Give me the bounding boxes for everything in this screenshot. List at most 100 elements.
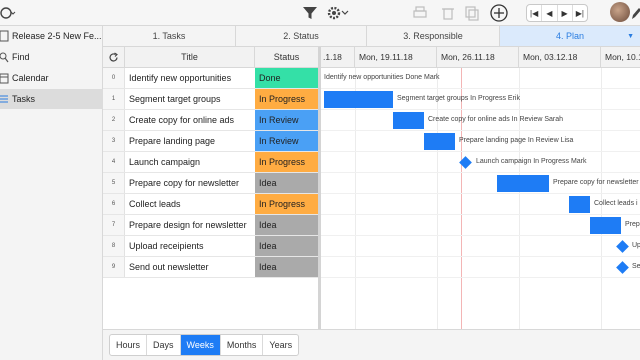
date-navigation: |◀ ◀ ▶ ▶| [526, 4, 588, 22]
chevron-down-icon[interactable]: ▼ [627, 33, 634, 40]
task-title[interactable]: Collect leads [125, 194, 255, 214]
gear-icon[interactable] [326, 4, 350, 22]
gantt-bar[interactable] [569, 196, 590, 213]
status-badge[interactable]: Idea [255, 215, 318, 235]
table-row[interactable]: 7 Prepare design for newsletter Idea [103, 215, 318, 236]
table-row[interactable]: 2 Create copy for online ads In Review [103, 110, 318, 131]
tab-status[interactable]: 2. Status [236, 26, 367, 46]
search-icon [0, 52, 9, 63]
zoom-hours[interactable]: Hours [110, 335, 148, 355]
sidebar-item-label: Tasks [12, 94, 36, 104]
zoom-selector: Hours Days Weeks Months Years [109, 334, 300, 356]
avatar[interactable] [610, 2, 630, 22]
table-row[interactable]: 5 Prepare copy for newsletter Idea [103, 173, 318, 194]
gantt-bar-label: Segment target groups In Progress Erik [397, 95, 520, 102]
tab-responsible[interactable]: 3. Responsible [367, 26, 500, 46]
row-number: 6 [103, 194, 125, 214]
task-title[interactable]: Upload receipients [125, 236, 255, 256]
gantt-timeline-header: .1.18 Mon, 19.11.18 Mon, 26.11.18 Mon, 0… [321, 47, 640, 68]
grid-header: Title Status [103, 47, 318, 68]
copy-icon[interactable] [464, 5, 480, 21]
sidebar: Release 2-5 New Fe... Find Calendar Task… [0, 26, 103, 360]
zoom-days[interactable]: Days [147, 335, 181, 355]
tab-plan[interactable]: 4. Plan ▼ [500, 26, 640, 46]
plus-circle-icon[interactable] [489, 3, 509, 23]
zoom-months[interactable]: Months [221, 335, 264, 355]
row-number: 9 [103, 257, 125, 277]
timeline-date: Mon, 19.11.18 [355, 47, 437, 67]
refresh-button[interactable] [103, 47, 125, 67]
print-icon[interactable] [412, 5, 428, 21]
row-number: 3 [103, 131, 125, 151]
milestone-diamond[interactable] [616, 240, 629, 253]
status-badge[interactable]: In Review [255, 131, 318, 151]
gantt-bar-label: Prepare landing page In Review Lisa [459, 137, 574, 144]
task-title[interactable]: Create copy for online ads [125, 110, 255, 130]
timeline-date: .1.18 [321, 47, 355, 67]
table-row[interactable]: 3 Prepare landing page In Review [103, 131, 318, 152]
gantt-bar-label: Launch campaign In Progress Mark [476, 158, 587, 165]
gantt-bar-label: Collect leads i [594, 200, 638, 207]
timeline-date: Mon, 03.12.18 [519, 47, 601, 67]
sidebar-item-calendar[interactable]: Calendar [0, 68, 103, 88]
gantt-bar[interactable] [324, 91, 393, 108]
table-row[interactable]: 9 Send out newsletter Idea [103, 257, 318, 278]
sidebar-item-label: Release 2-5 New Fe... [12, 31, 102, 41]
status-badge[interactable]: Idea [255, 173, 318, 193]
table-row[interactable]: 0 Identify new opportunities Done [103, 68, 318, 89]
gantt-bar-label: Upl [632, 242, 640, 249]
task-title[interactable]: Prepare landing page [125, 131, 255, 151]
status-badge[interactable]: Idea [255, 257, 318, 277]
zoom-weeks[interactable]: Weeks [180, 335, 221, 355]
calendar-icon [0, 73, 9, 84]
status-badge[interactable]: In Progress [255, 89, 318, 109]
refresh-icon [109, 52, 118, 61]
table-row[interactable]: 1 Segment target groups In Progress [103, 89, 318, 110]
row-number: 0 [103, 68, 125, 88]
gantt-bar-label: Identify new opportunities Done Mark [324, 74, 440, 81]
nav-prev-button[interactable]: ◀ [542, 5, 558, 21]
trash-icon[interactable] [440, 5, 456, 21]
task-title[interactable]: Segment target groups [125, 89, 255, 109]
sidebar-item-project[interactable]: Release 2-5 New Fe... [0, 26, 103, 46]
nav-next-button[interactable]: ▶ [558, 5, 573, 21]
task-title[interactable]: Prepare design for newsletter [125, 215, 255, 235]
pencil-icon[interactable] [630, 5, 640, 21]
gantt-bar[interactable] [424, 133, 455, 150]
status-badge[interactable]: Idea [255, 236, 318, 256]
task-title[interactable]: Send out newsletter [125, 257, 255, 277]
gantt-bar[interactable] [497, 175, 549, 192]
table-row[interactable]: 6 Collect leads In Progress [103, 194, 318, 215]
status-badge[interactable]: In Review [255, 110, 318, 130]
gantt-bar[interactable] [393, 112, 424, 129]
gantt-bar-label: Create copy for online ads In Review Sar… [428, 116, 564, 123]
nav-first-button[interactable]: |◀ [527, 5, 543, 21]
zoom-years[interactable]: Years [263, 335, 298, 355]
sidebar-item-label: Calendar [12, 73, 49, 83]
filter-icon[interactable] [302, 5, 318, 21]
task-title[interactable]: Launch campaign [125, 152, 255, 172]
logo-icon[interactable] [0, 5, 16, 21]
status-badge[interactable]: Done [255, 68, 318, 88]
nav-last-button[interactable]: ▶| [573, 5, 587, 21]
gantt-bar[interactable] [590, 217, 621, 234]
status-badge[interactable]: In Progress [255, 152, 318, 172]
tab-tasks[interactable]: 1. Tasks [103, 26, 236, 46]
timeline-date: Mon, 26.11.18 [437, 47, 519, 67]
row-number: 4 [103, 152, 125, 172]
gantt-body: Identify new opportunities Done Mark Segm… [321, 68, 640, 329]
gantt-bar-label: Prepare copy for newsletter [553, 179, 639, 186]
view-tabs: 1. Tasks 2. Status 3. Responsible 4. Pla… [103, 26, 640, 47]
column-header-title[interactable]: Title [125, 47, 255, 67]
status-badge[interactable]: In Progress [255, 194, 318, 214]
sidebar-item-label: Find [12, 52, 30, 62]
gantt-bar-label: Prepa [625, 221, 640, 228]
table-row[interactable]: 8 Upload receipients Idea [103, 236, 318, 257]
sidebar-item-find[interactable]: Find [0, 47, 103, 67]
task-title[interactable]: Prepare copy for newsletter [125, 173, 255, 193]
task-title[interactable]: Identify new opportunities [125, 68, 255, 88]
table-row[interactable]: 4 Launch campaign In Progress [103, 152, 318, 173]
milestone-diamond[interactable] [616, 261, 629, 274]
column-header-status[interactable]: Status [255, 47, 318, 67]
sidebar-item-tasks[interactable]: Tasks [0, 89, 103, 109]
